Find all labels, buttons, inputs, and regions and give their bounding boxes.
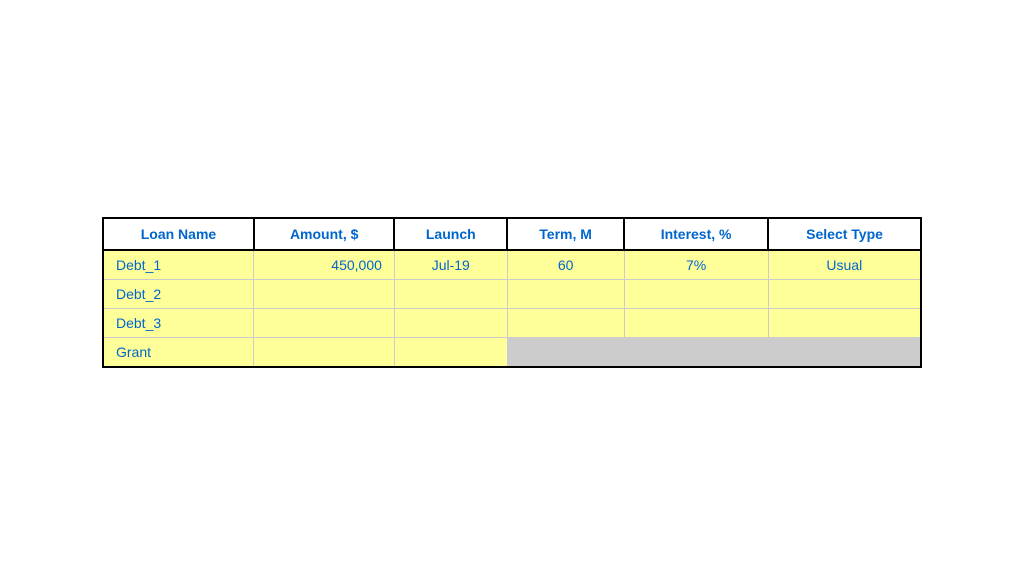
cell-loan-name[interactable]: Grant: [103, 338, 254, 368]
cell-launch[interactable]: Jul-19: [394, 250, 507, 280]
cell-interest[interactable]: 7%: [624, 250, 768, 280]
cell-select-type: [768, 338, 921, 368]
cell-interest[interactable]: [624, 280, 768, 309]
cell-amount[interactable]: [254, 280, 394, 309]
header-amount: Amount, $: [254, 218, 394, 250]
debt-table: Loan Name Amount, $ Launch Term, M Inter…: [102, 217, 922, 368]
cell-amount[interactable]: [254, 338, 394, 368]
cell-launch[interactable]: [394, 280, 507, 309]
header-launch: Launch: [394, 218, 507, 250]
cell-interest: [624, 338, 768, 368]
cell-amount[interactable]: 450,000: [254, 250, 394, 280]
header-loan-name: Loan Name: [103, 218, 254, 250]
page-container: Loan Name Amount, $ Launch Term, M Inter…: [0, 189, 1024, 388]
header-select-type: Select Type: [768, 218, 921, 250]
cell-select-type[interactable]: [768, 280, 921, 309]
cell-loan-name[interactable]: Debt_3: [103, 309, 254, 338]
cell-term[interactable]: [507, 280, 624, 309]
table-row: Grant: [103, 338, 921, 368]
cell-interest[interactable]: [624, 309, 768, 338]
cell-loan-name[interactable]: Debt_1: [103, 250, 254, 280]
cell-launch[interactable]: [394, 309, 507, 338]
cell-term: [507, 338, 624, 368]
table-row: Debt_1450,000Jul-19607%Usual: [103, 250, 921, 280]
table-row: Debt_2: [103, 280, 921, 309]
table-header-row: Loan Name Amount, $ Launch Term, M Inter…: [103, 218, 921, 250]
cell-select-type[interactable]: [768, 309, 921, 338]
cell-term[interactable]: [507, 309, 624, 338]
header-term: Term, M: [507, 218, 624, 250]
cell-launch[interactable]: [394, 338, 507, 368]
cell-loan-name[interactable]: Debt_2: [103, 280, 254, 309]
table-body: Debt_1450,000Jul-19607%UsualDebt_2Debt_3…: [103, 250, 921, 367]
cell-select-type[interactable]: Usual: [768, 250, 921, 280]
cell-term[interactable]: 60: [507, 250, 624, 280]
cell-amount[interactable]: [254, 309, 394, 338]
table-row: Debt_3: [103, 309, 921, 338]
header-interest: Interest, %: [624, 218, 768, 250]
